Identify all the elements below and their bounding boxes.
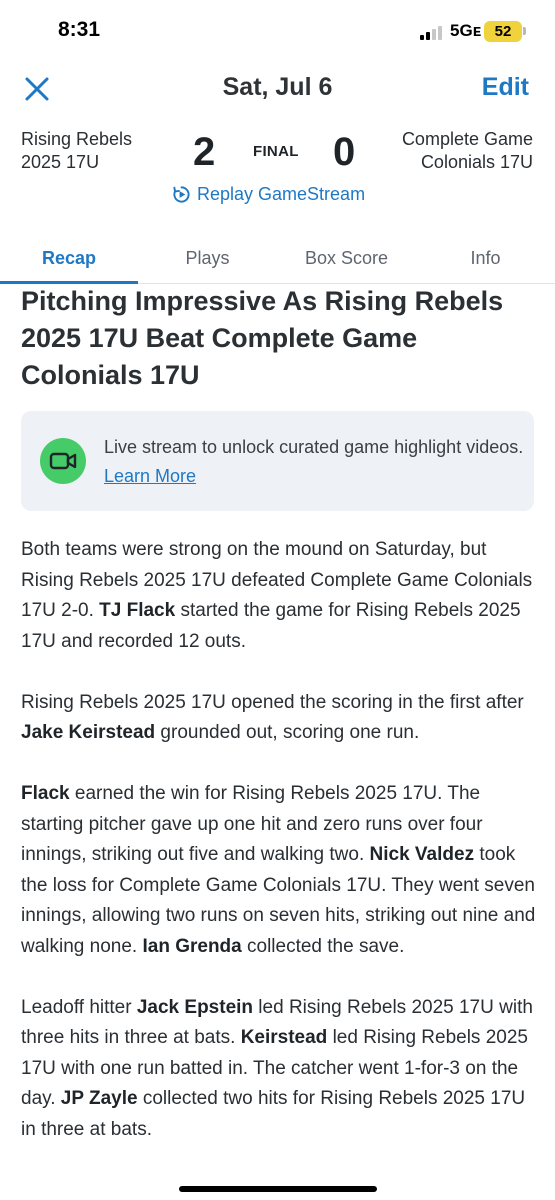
recap-article: Both teams were strong on the mound on S… — [21, 535, 541, 1176]
home-team-line2: 2025 17U — [21, 152, 100, 172]
banner-text: Live stream to unlock curated game highl… — [104, 433, 524, 491]
player-name: Ian Grenda — [142, 935, 242, 957]
learn-more-link[interactable]: Learn More — [104, 466, 196, 486]
player-name: Jack Epstein — [136, 996, 254, 1018]
home-team-line1: Rising Rebels — [21, 129, 133, 149]
paragraph-text: collected the save. — [241, 935, 405, 957]
player-name: Flack — [21, 783, 70, 804]
recap-paragraph: Leadoff hitter Jack Epstein led Rising R… — [21, 993, 541, 1146]
edit-button[interactable]: Edit — [482, 73, 529, 102]
network-type: 5Gᴇ — [450, 21, 482, 40]
away-team-line2: Colonials 17U — [420, 152, 533, 172]
cellular-signal-icon — [420, 24, 446, 40]
home-team-name[interactable]: Rising Rebels 2025 17U — [21, 128, 132, 174]
video-camera-icon — [40, 438, 86, 484]
player-name: JP Zayle — [60, 1088, 138, 1109]
paragraph-text: Rising Rebels 2025 17U opened the scorin… — [21, 691, 524, 713]
recap-headline: Pitching Impressive As Rising Rebels 202… — [21, 286, 504, 390]
home-indicator — [179, 1186, 377, 1192]
replay-icon — [173, 186, 190, 203]
paragraph-text: Leadoff hitter — [21, 996, 137, 1018]
away-team-name[interactable]: Complete Game Colonials 17U — [402, 128, 533, 174]
paragraph-text: grounded out, scoring one run. — [155, 722, 420, 743]
recap-paragraph: Rising Rebels 2025 17U opened the scorin… — [21, 688, 541, 749]
home-score: 2 — [193, 130, 216, 174]
status-time: 8:31 — [58, 18, 101, 41]
away-score: 0 — [333, 130, 356, 174]
tab-info[interactable]: Info — [416, 248, 555, 269]
tab-plays[interactable]: Plays — [138, 248, 277, 269]
battery-icon: 52 — [484, 21, 522, 42]
recap-paragraph: Flack earned the win for Rising Rebels 2… — [21, 779, 541, 962]
tab-recap[interactable]: Recap — [0, 248, 138, 269]
replay-label: Replay GameStream — [197, 184, 366, 204]
live-stream-banner: Live stream to unlock curated game highl… — [21, 411, 534, 511]
game-status: FINAL — [253, 143, 299, 160]
tab-box-score[interactable]: Box Score — [277, 248, 416, 269]
player-name: Keirstead — [240, 1027, 328, 1048]
player-name: TJ Flack — [99, 600, 176, 621]
status-bar: 8:31 5Gᴇ 52 — [0, 0, 555, 62]
player-name: Nick Valdez — [369, 844, 475, 865]
battery-tip — [523, 27, 526, 35]
away-team-line1: Complete Game — [401, 129, 533, 149]
banner-message: Live stream to unlock curated game highl… — [104, 437, 524, 457]
replay-gamestream-link[interactable]: Replay GameStream — [172, 184, 365, 205]
tab-bar: Recap Plays Box Score Info — [0, 236, 555, 284]
player-name: Jake Keirstead — [21, 722, 156, 743]
page-title: Sat, Jul 6 — [222, 73, 333, 101]
recap-paragraph: Both teams were strong on the mound on S… — [21, 535, 541, 657]
